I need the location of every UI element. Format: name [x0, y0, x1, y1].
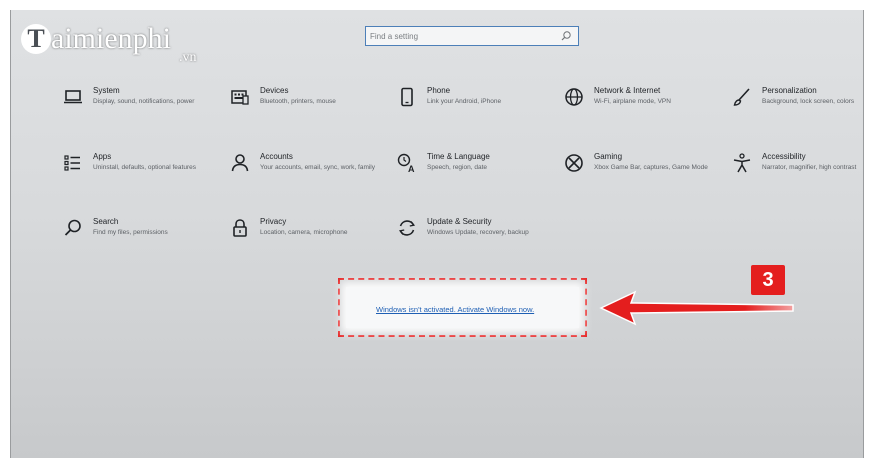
search-input[interactable] [370, 29, 550, 43]
person-icon [229, 152, 251, 174]
tile-description: Uninstall, defaults, optional features [93, 164, 196, 171]
settings-tile-gaming[interactable]: Gaming Xbox Game Bar, captures, Game Mod… [563, 152, 728, 202]
tile-description: Background, lock screen, colors [762, 98, 855, 105]
search-icon[interactable] [560, 30, 572, 42]
globe-icon [563, 86, 585, 108]
search-box[interactable] [365, 26, 579, 46]
settings-tile-personalization[interactable]: Personalization Background, lock screen,… [731, 86, 863, 136]
tile-description: Link your Android, iPhone [427, 98, 502, 105]
tile-description: Wi-Fi, airplane mode, VPN [594, 98, 671, 105]
phone-icon [396, 86, 418, 108]
settings-tile-privacy[interactable]: Privacy Location, camera, microphone [229, 217, 394, 267]
tile-title: Gaming [594, 152, 623, 161]
logo-suffix: .vn [179, 50, 197, 65]
brush-icon [731, 86, 753, 108]
settings-tile-phone[interactable]: Phone Link your Android, iPhone [396, 86, 561, 136]
tile-title: Personalization [762, 86, 817, 95]
accessibility-icon [731, 152, 753, 174]
step-number-badge: 3 [751, 265, 785, 295]
xbox-icon [563, 152, 585, 174]
tile-title: Apps [93, 152, 112, 161]
tile-description: Your accounts, email, sync, work, family [260, 164, 375, 171]
watermark-logo: T aimienphi .vn [21, 22, 221, 68]
logo-name: aimienphi [51, 22, 171, 55]
settings-tile-devices[interactable]: Devices Bluetooth, printers, mouse [229, 86, 394, 136]
tile-description: Xbox Game Bar, captures, Game Mode [594, 164, 708, 171]
tile-title: Privacy [260, 217, 287, 226]
apps-list-icon [62, 152, 84, 174]
tile-title: Search [93, 217, 119, 226]
svg-text:A: A [408, 164, 415, 174]
activate-windows-link[interactable]: Windows isn't activated. Activate Window… [376, 305, 534, 314]
tile-title: Update & Security [427, 217, 492, 226]
settings-tile-accounts[interactable]: Accounts Your accounts, email, sync, wor… [229, 152, 394, 202]
settings-tile-apps[interactable]: Apps Uninstall, defaults, optional featu… [62, 152, 227, 202]
annotation-highlight-box: Windows isn't activated. Activate Window… [338, 278, 587, 337]
tile-title: Accounts [260, 152, 293, 161]
tile-title: Accessibility [762, 152, 806, 161]
settings-tile-system[interactable]: System Display, sound, notifications, po… [62, 86, 227, 136]
tile-description: Windows Update, recovery, backup [427, 229, 529, 236]
settings-window: T aimienphi .vn System Display, sound, n… [10, 10, 864, 458]
lock-icon [229, 217, 251, 239]
settings-tile-time-language[interactable]: A Time & Language Speech, region, date [396, 152, 561, 202]
tile-description: Display, sound, notifications, power [93, 98, 195, 105]
tile-description: Speech, region, date [427, 164, 487, 171]
keyboard-icon [229, 86, 251, 108]
tile-description: Location, camera, microphone [260, 229, 348, 236]
tile-title: Network & Internet [594, 86, 661, 95]
settings-tile-update-security[interactable]: Update & Security Windows Update, recove… [396, 217, 561, 267]
laptop-icon [62, 86, 84, 108]
tile-title: Devices [260, 86, 289, 95]
logo-initial: T [21, 24, 51, 54]
tile-title: Time & Language [427, 152, 490, 161]
time-language-icon: A [396, 152, 418, 174]
settings-tile-search[interactable]: Search Find my files, permissions [62, 217, 227, 267]
tile-title: System [93, 86, 120, 95]
screenshot-frame: T aimienphi .vn System Display, sound, n… [0, 0, 870, 465]
settings-tile-network[interactable]: Network & Internet Wi-Fi, airplane mode,… [563, 86, 728, 136]
sync-icon [396, 217, 418, 239]
magnifier-icon [62, 217, 84, 239]
tile-title: Phone [427, 86, 451, 95]
tile-description: Bluetooth, printers, mouse [260, 98, 336, 105]
tile-description: Narrator, magnifier, high contrast [762, 164, 857, 171]
settings-tile-accessibility[interactable]: Accessibility Narrator, magnifier, high … [731, 152, 863, 202]
tile-description: Find my files, permissions [93, 229, 168, 236]
